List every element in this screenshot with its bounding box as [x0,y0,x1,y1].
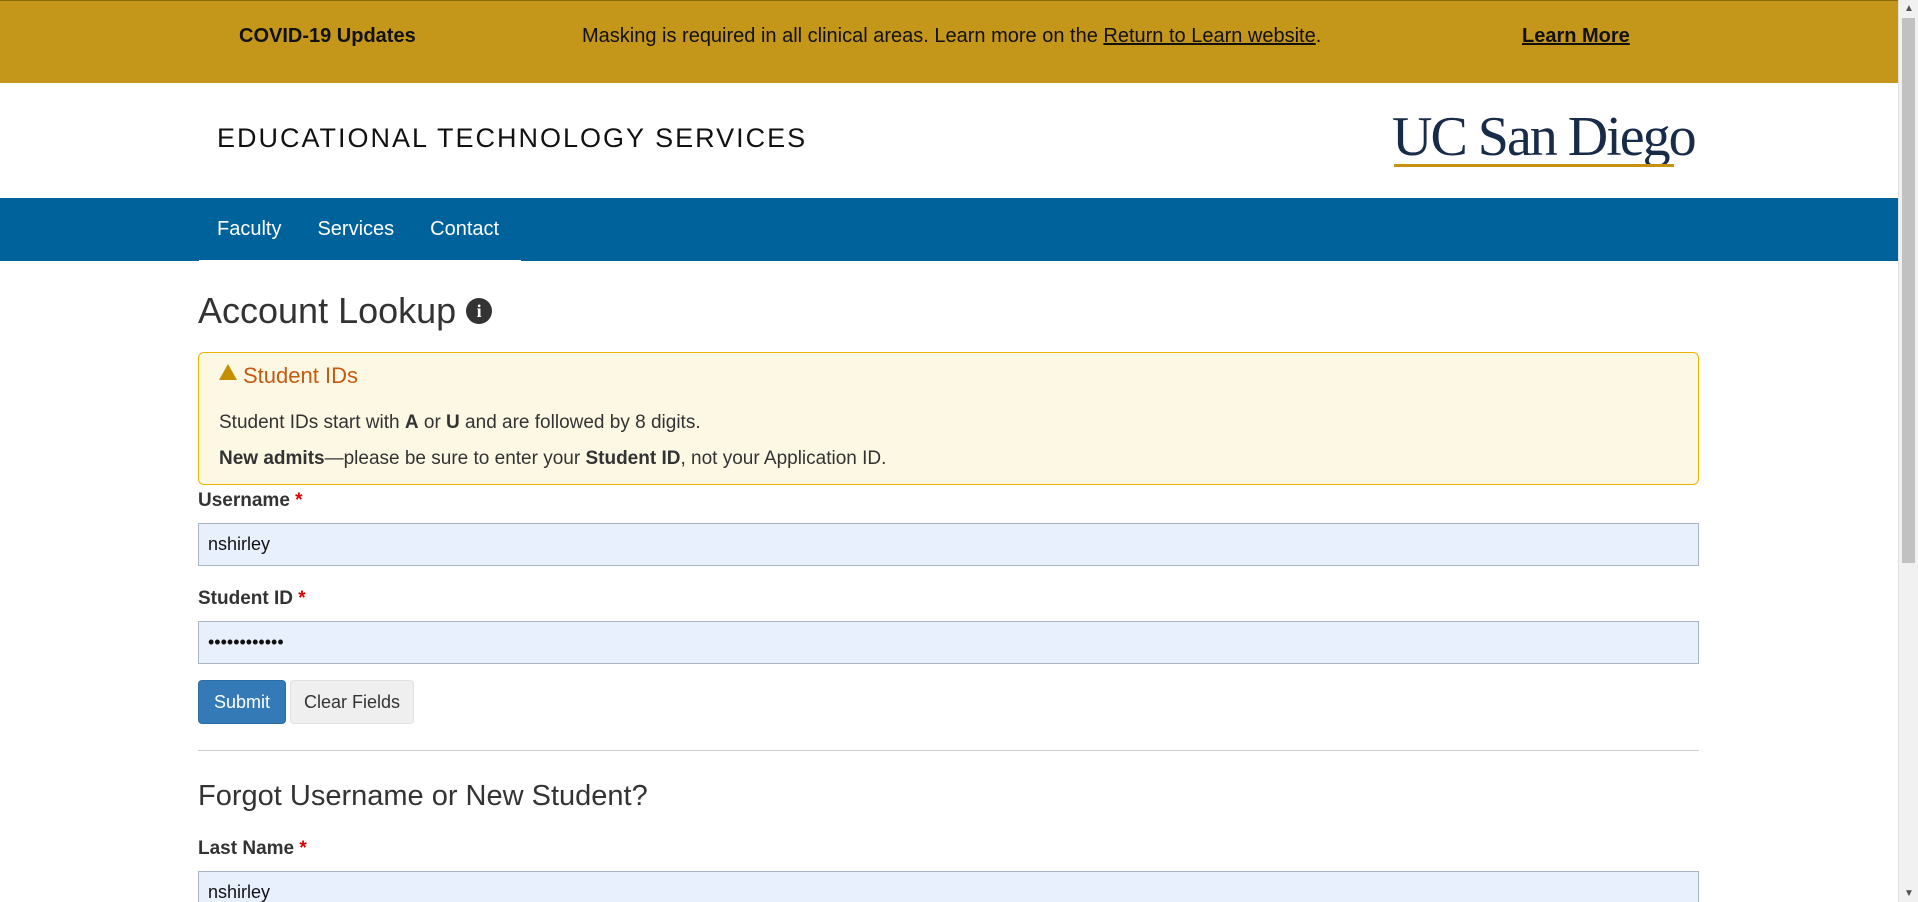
required-mark: * [295,490,303,511]
section-divider [198,750,1699,751]
last-name-label: Last Name * [198,838,307,860]
alert-line1-or: or [418,412,447,433]
covid-banner-title: COVID-19 Updates [239,25,416,47]
covid-banner-message: Masking is required in all clinical area… [582,25,1321,48]
alert-line-2: New admits—please be sure to enter your … [219,448,886,470]
scroll-up-icon[interactable]: ▲ [1899,0,1918,17]
info-circle-icon[interactable]: i [466,298,493,324]
uc-san-diego-logo[interactable]: UC San Diego [1392,109,1697,165]
submit-button[interactable]: Submit [198,680,286,724]
scroll-down-icon[interactable]: ▼ [1899,885,1918,902]
site-header: EDUCATIONAL TECHNOLOGY SERVICES UC San D… [0,83,1898,198]
alert-line1-u: U [446,412,460,433]
alert-heading: Student IDs [219,363,358,389]
main-nav: Faculty Services Contact [0,198,1898,261]
student-id-label-text: Student ID [198,588,293,609]
nav-item-faculty[interactable]: Faculty [199,218,299,241]
page: COVID-19 Updates Masking is required in … [0,0,1918,902]
page-title-text: Account Lookup [198,290,457,331]
required-mark: * [299,838,307,859]
student-id-label: Student ID * [198,588,306,610]
alert-line2-mid: —please be sure to enter your [324,448,586,469]
alert-line2-post: , not your Application ID. [680,448,887,469]
last-name-input[interactable] [198,871,1699,902]
student-id-input[interactable] [198,621,1699,664]
covid-message-text: Masking is required in all clinical area… [582,25,1104,47]
nav-items: Faculty Services Contact [199,198,521,261]
forgot-username-heading: Forgot Username or New Student? [198,780,648,812]
nav-item-contact[interactable]: Contact [412,218,517,241]
vertical-scrollbar[interactable]: ▲ ▼ [1898,0,1918,902]
logo-underline [1394,164,1674,167]
alert-line1-pre: Student IDs start with [219,412,405,433]
alert-line-1: Student IDs start with A or U and are fo… [219,412,701,434]
username-label-text: Username [198,490,290,511]
alert-line2-bold2: Student ID [585,448,681,469]
alert-line1-post: and are followed by 8 digits. [459,412,701,433]
learn-more-link[interactable]: Learn More [1522,25,1630,48]
student-id-alert: Student IDs Student IDs start with A or … [198,352,1699,485]
alert-line2-bold1: New admits [219,448,325,469]
alert-heading-text: Student IDs [243,363,358,388]
warning-icon [219,364,237,380]
required-mark: * [298,588,306,609]
username-label: Username * [198,490,303,512]
nav-item-services[interactable]: Services [299,218,412,241]
return-to-learn-link[interactable]: Return to Learn website [1103,25,1315,47]
username-input[interactable] [198,523,1699,566]
covid-banner: COVID-19 Updates Masking is required in … [0,0,1898,83]
covid-message-suffix: . [1315,25,1322,47]
site-title[interactable]: EDUCATIONAL TECHNOLOGY SERVICES [217,123,807,154]
alert-line1-a: A [404,412,419,433]
last-name-label-text: Last Name [198,838,295,859]
clear-fields-button[interactable]: Clear Fields [290,680,414,724]
page-title: Account Lookup i [198,290,493,332]
scrollbar-thumb[interactable] [1902,18,1915,563]
